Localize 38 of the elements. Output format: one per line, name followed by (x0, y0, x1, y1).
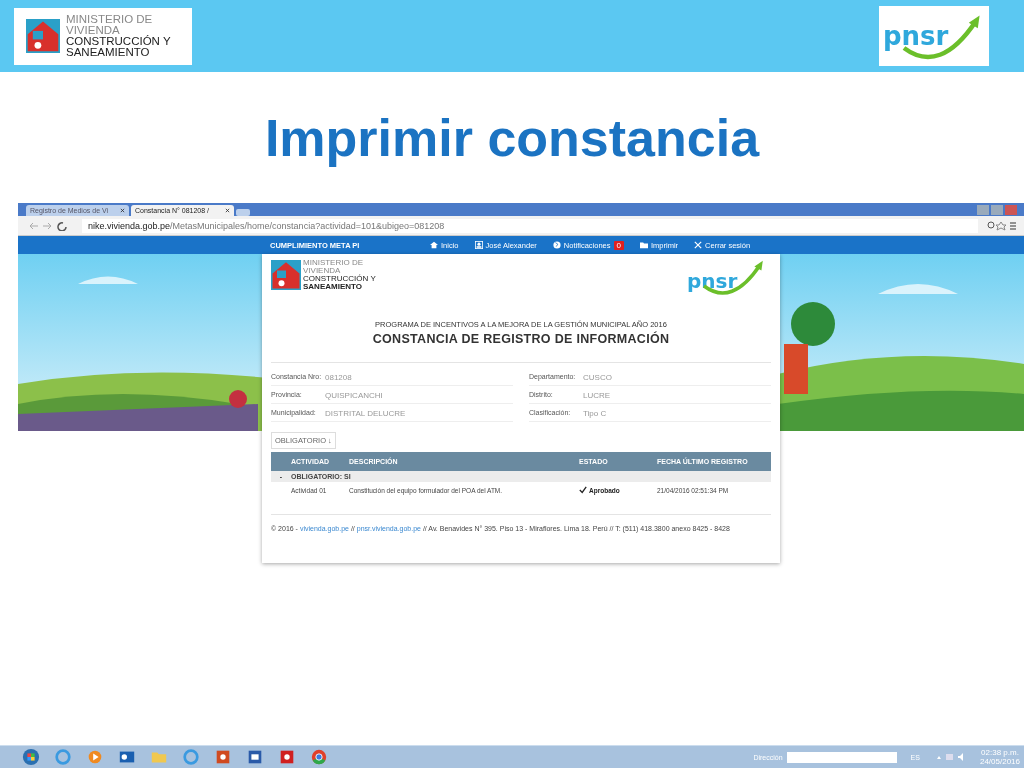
clock-time: 02:38 p.m. (981, 748, 1019, 757)
field-value: LUCRE (582, 391, 611, 400)
browser-icon[interactable] (54, 748, 72, 766)
field-value: Tipo C (582, 409, 607, 418)
slide-title: Imprimir constancia (264, 107, 760, 168)
presentation-icon[interactable] (214, 748, 232, 766)
folder-icon (639, 241, 648, 249)
start-icon[interactable] (22, 748, 40, 766)
field-value: DISTRITAL DELUCRE (324, 409, 406, 418)
logo-text: MINISTERIO DE (66, 14, 154, 25)
field-value: 081208 (324, 373, 352, 382)
browser-icon[interactable] (182, 748, 200, 766)
field-value: QUISPICANCHI (324, 391, 383, 400)
user-card-icon (474, 241, 483, 249)
house-icon (26, 19, 60, 53)
pdf-icon[interactable] (278, 748, 296, 766)
logo-text: VIVIENDA (66, 25, 120, 36)
close-icon (694, 241, 703, 249)
home-icon (430, 241, 438, 249)
logo-text: MINISTERIO DE (303, 259, 364, 267)
logo-text: SANEAMIENTO (303, 283, 363, 291)
logo-text: pnsr (883, 21, 949, 51)
field-value: CUSCO (582, 373, 612, 382)
address-bar[interactable]: nike.vivienda.gob.pe/MetasMunicipales/home/constancia?actividad=101&ubigeo=081208 (82, 218, 978, 233)
logo-text: VIVIENDA (303, 267, 341, 275)
logo-text: pnsr (687, 269, 738, 293)
certificate-heading: CONSTANCIA DE REGISTRO DE INFORMACIÓN (371, 332, 671, 346)
document-icon[interactable] (246, 748, 264, 766)
clock-date: 24/05/2016 (979, 757, 1020, 766)
close-icon[interactable] (225, 208, 230, 213)
logo-text: SANEAMIENTO (66, 47, 151, 58)
address-field[interactable] (786, 751, 897, 763)
media-player-icon[interactable] (86, 748, 104, 766)
window-controls-icon[interactable] (974, 204, 1020, 215)
circle-logo-icon[interactable] (310, 748, 328, 766)
new-tab-button[interactable] (236, 209, 250, 216)
notification-badge: 0 (613, 240, 624, 250)
close-icon[interactable] (120, 208, 125, 213)
